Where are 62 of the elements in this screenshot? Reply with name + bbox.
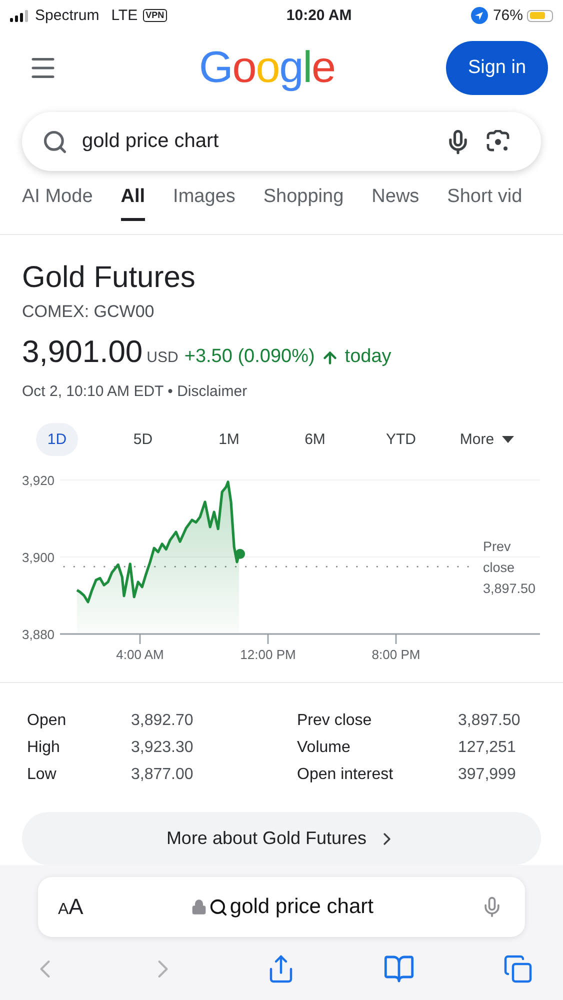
search-tab[interactable]: News — [372, 171, 420, 221]
battery-icon — [527, 10, 553, 22]
search-field[interactable]: gold price chart — [22, 112, 541, 172]
battery-percent: 76% — [492, 7, 523, 24]
stat-label: High — [27, 738, 61, 756]
timestamp: Oct 2, 10:10 AM EDT — [22, 382, 164, 400]
range-tab[interactable]: 1M — [208, 422, 250, 456]
carrier-name: Spectrum — [35, 7, 100, 24]
google-logo: Google — [198, 43, 336, 94]
dropdown-caret-icon — [502, 436, 514, 443]
search-tab[interactable]: All — [120, 171, 146, 221]
range-tab[interactable]: More — [448, 422, 526, 456]
lock-icon — [190, 899, 207, 915]
stat-label: Prev close — [297, 712, 373, 730]
stat-value: 3,877.00 — [131, 766, 194, 784]
stat-value: 127,251 — [458, 738, 517, 756]
sign-in-button[interactable]: Sign in — [446, 41, 548, 96]
range-tab[interactable]: 5D — [122, 422, 164, 456]
range-tab[interactable]: 6M — [294, 422, 336, 456]
disclaimer-link[interactable]: Disclaimer — [177, 382, 248, 400]
price-change: +3.50 (0.090%) — [184, 346, 315, 368]
search-tab[interactable]: Shopping — [263, 171, 344, 221]
range-tab[interactable]: 1D — [36, 422, 78, 456]
y-axis-label: 3,900 — [22, 550, 55, 565]
stat-value: 3,892.70 — [131, 712, 194, 730]
instrument-name: Gold Futures — [22, 262, 196, 294]
location-icon — [470, 7, 488, 24]
price: 3,901.00 — [22, 334, 143, 370]
search-tab[interactable]: Images — [173, 171, 236, 221]
stat-value: 397,999 — [458, 766, 517, 784]
prev-close-label: Prev close 3,897.50 — [483, 539, 536, 596]
more-about-button[interactable]: More about Gold Futures — [22, 812, 541, 865]
text-size-button[interactable]: AA — [58, 894, 84, 920]
stat-value: 3,923.30 — [131, 738, 194, 756]
camera-search-icon[interactable] — [485, 130, 511, 154]
network-type: LTE — [111, 7, 138, 24]
search-tab[interactable]: AI Mode — [22, 171, 93, 221]
stat-label: Low — [27, 766, 58, 784]
vpn-badge: VPN — [142, 9, 168, 22]
stat-label: Open — [27, 712, 68, 730]
separator-dot: • — [168, 382, 173, 400]
address-bar[interactable]: AA gold price chart — [38, 877, 525, 937]
y-axis-label: 3,880 — [22, 627, 55, 642]
y-axis-label: 3,920 — [22, 473, 55, 488]
search-icon — [208, 898, 228, 916]
current-price-dot — [235, 548, 246, 559]
signal-icon — [10, 10, 29, 22]
search-query: gold price chart — [82, 130, 220, 154]
stat-value: 3,897.50 — [458, 712, 522, 730]
currency: USD — [146, 348, 178, 366]
clock: 10:20 AM — [286, 7, 352, 24]
address-text: gold price chart — [230, 895, 374, 919]
x-axis-label: 4:00 AM — [116, 647, 164, 662]
range-tab[interactable]: YTD — [375, 422, 427, 456]
ticker-symbol: COMEX: GCW00 — [22, 302, 156, 322]
search-tab[interactable]: Short vid — [447, 171, 522, 221]
x-axis-label: 8:00 PM — [372, 647, 420, 662]
stat-label: Volume — [297, 738, 352, 756]
stat-label: Open interest — [297, 766, 394, 784]
change-period: today — [344, 346, 392, 368]
x-axis-label: 12:00 PM — [240, 647, 296, 662]
search-icon — [42, 128, 68, 155]
